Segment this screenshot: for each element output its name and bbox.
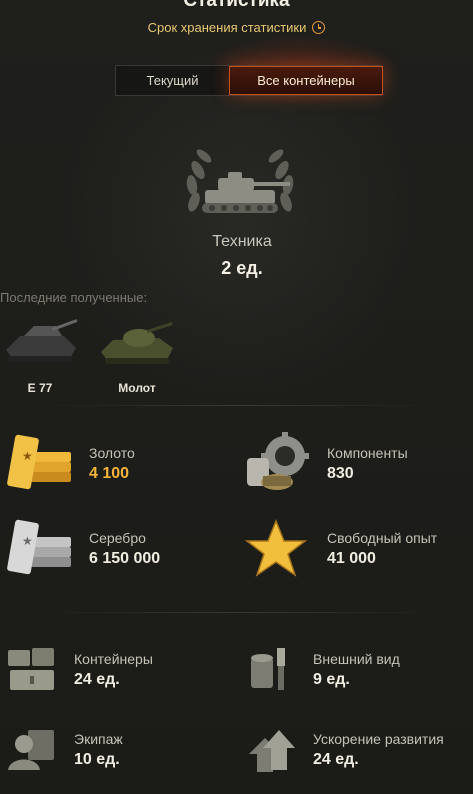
page-title: Статистика (183, 0, 290, 11)
crew-label: Экипаж (74, 731, 123, 747)
components-label: Компоненты (327, 445, 408, 461)
containers-value: 24 ед. (74, 671, 120, 688)
svg-text:★: ★ (22, 449, 33, 463)
containers-icon (8, 648, 54, 690)
tank-icon (6, 319, 78, 362)
stat-crew: Экипаж 10 ед. (6, 724, 123, 776)
free-xp-value: 41 000 (327, 550, 376, 567)
retention-info: Срок хранения статистики (0, 20, 473, 35)
star-icon (244, 518, 308, 577)
stat-gold: ★ Золото 4 100 (5, 432, 135, 496)
tank-icon (101, 321, 173, 364)
free-xp-label: Свободный опыт (327, 530, 438, 546)
silver-label: Серебро (89, 530, 146, 546)
paint-brush-icon (251, 648, 285, 690)
recent-vehicle-name: E 77 (27, 381, 53, 395)
silver-value: 6 150 000 (89, 550, 161, 567)
stat-silver: ★ Серебро 6 150 000 (5, 517, 160, 581)
recent-vehicle-name: Молот (118, 381, 156, 395)
recent-vehicle-e77[interactable]: E 77 (0, 314, 80, 395)
stat-boosters: Ускорение развития 24 ед. (245, 724, 444, 776)
stat-containers: Контейнеры 24 ед. (6, 644, 153, 696)
recent-label: Последние полученные: (0, 290, 148, 305)
crew-icon (8, 730, 54, 770)
divider (40, 612, 440, 613)
double-arrow-up-icon (249, 730, 295, 772)
tab-current[interactable]: Текущий (116, 66, 229, 95)
vehicles-label: Техника (212, 233, 272, 250)
vehicle-laurel-icon (186, 149, 294, 213)
gold-label: Золото (89, 445, 135, 461)
stat-free-xp: Свободный опыт 41 000 (243, 517, 437, 581)
tab-all-containers[interactable]: Все контейнеры (229, 66, 383, 95)
divider (40, 405, 440, 406)
stat-components: Компоненты 830 (243, 432, 408, 496)
clock-icon[interactable] (312, 21, 326, 34)
recent-vehicle-molot[interactable]: Молот (97, 314, 177, 395)
boosters-value: 24 ед. (313, 751, 359, 768)
customization-value: 9 ед. (313, 671, 350, 688)
customization-label: Внешний вид (313, 651, 400, 667)
silver-bars-icon: ★ (7, 519, 71, 575)
boosters-label: Ускорение развития (313, 731, 444, 747)
gold-value: 4 100 (89, 465, 130, 482)
retention-label: Срок хранения статистики (147, 20, 307, 35)
containers-label: Контейнеры (74, 651, 153, 667)
tab-bar: Текущий Все контейнеры (115, 65, 383, 96)
components-gear-icon (247, 432, 309, 490)
gold-bars-icon: ★ (7, 434, 71, 490)
crew-value: 10 ед. (74, 751, 120, 768)
components-value: 830 (327, 465, 354, 482)
vehicles-count: 2 ед. (221, 258, 263, 278)
svg-text:★: ★ (22, 534, 33, 548)
stat-customization: Внешний вид 9 ед. (245, 644, 400, 696)
